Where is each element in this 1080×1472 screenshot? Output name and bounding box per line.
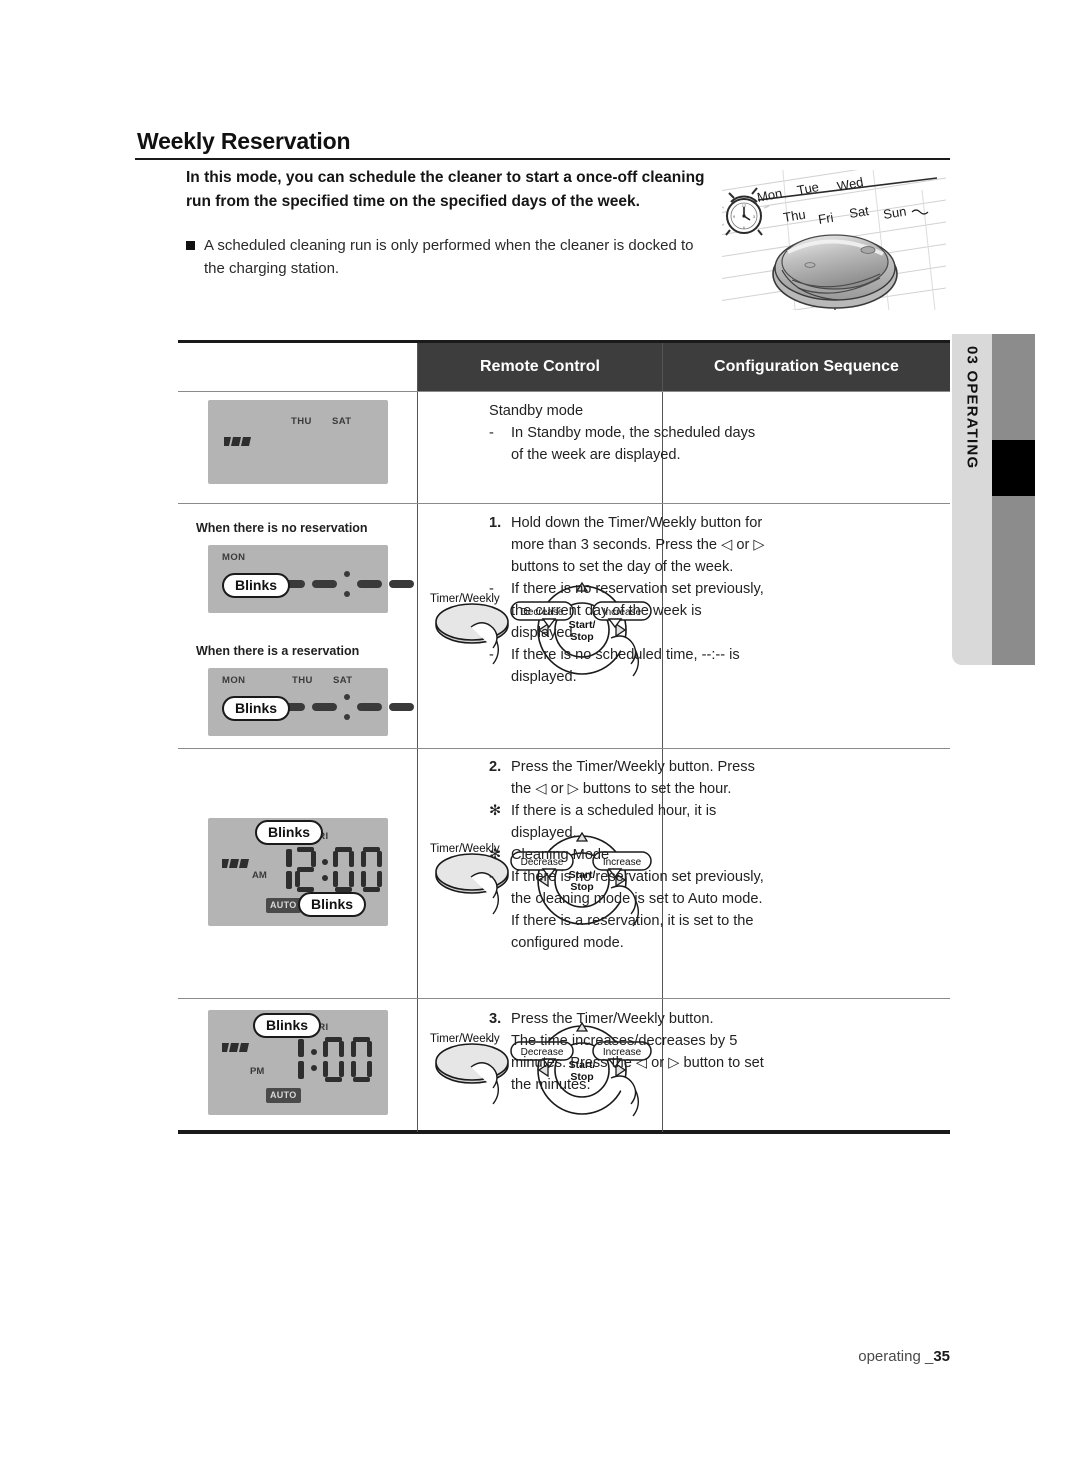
hero-illustration: 12 3 69 Mon Tue Wed Thu Fri Sat Sun [722, 170, 946, 310]
lcd-day-sat: SAT [333, 675, 353, 686]
lcd-time-digits-100 [298, 1037, 372, 1082]
robot-vacuum-icon [772, 234, 898, 310]
lcd-ampm-pm: PM [250, 1066, 265, 1077]
side-tab-dark-band [992, 334, 1035, 665]
lcd-dash-segment [389, 703, 414, 711]
lcd-dash-segment [389, 580, 414, 588]
footer-label: operating _ [858, 1348, 934, 1365]
sequence-body: Press the Timer/Weekly button. [511, 1011, 714, 1027]
sequence-marker: - [489, 581, 494, 597]
sequence-marker: - [489, 1033, 494, 1049]
side-tab-text: 03 OPERATING [963, 346, 981, 470]
sequence-standby: Standby mode - In Standby mode, the sche… [489, 400, 767, 466]
table-bottom-border [178, 1130, 950, 1134]
sequence-marker: ✻ [489, 847, 502, 863]
intro-bullet: A scheduled cleaning run is only perform… [186, 234, 706, 280]
sequence-body: If there is no reservation set previousl… [511, 581, 764, 641]
title-divider [135, 158, 950, 160]
sequence-item: ✻ Cleaning Mode [489, 844, 767, 866]
sequence-body: If there is a scheduled hour, it is disp… [511, 803, 717, 841]
square-bullet-icon [186, 241, 195, 250]
intro-paragraph: In this mode, you can schedule the clean… [186, 169, 705, 210]
caption-has-reservation: When there is a reservation [196, 644, 360, 658]
svg-text:Sat: Sat [848, 203, 870, 221]
lcd-time-digits-1200 [286, 847, 382, 892]
sequence-item: - If there is no reservation set previou… [489, 578, 767, 644]
svg-text:Fri: Fri [817, 210, 834, 227]
sequence-marker: ✻ [489, 803, 502, 819]
sequence-lead-standby: Standby mode [489, 403, 584, 419]
table-row-divider-1 [178, 503, 950, 504]
caption-no-reservation: When there is no reservation [196, 521, 368, 535]
lcd-time-placeholder-1 [280, 571, 414, 597]
intro-bullet-text: A scheduled cleaning run is only perform… [204, 237, 694, 277]
lcd-dash-segment [357, 703, 382, 711]
sequence-marker: - [489, 647, 494, 663]
side-tab-label: 03 OPERATING [952, 334, 992, 665]
sequence-body: The time increases/decreases by 5 minute… [511, 1033, 764, 1093]
lcd-display-standby: THU SAT [208, 400, 388, 484]
sequence-item: 2. Press the Timer/Weekly button. Press … [489, 756, 767, 800]
sequence-item: - In Standby mode, the scheduled days of… [489, 422, 767, 466]
sequence-body: If there is no reservation set previousl… [511, 869, 764, 951]
callout-blinks-no-reservation: Blinks [222, 573, 291, 598]
callout-blinks-hour: Blinks [255, 820, 324, 845]
sequence-item: - If there is no reservation set previou… [489, 866, 767, 954]
lcd-dash-segment [312, 703, 337, 711]
lcd-auto-badge: AUTO [266, 1088, 301, 1103]
sequence-item: 1. Hold down the Timer/Weekly button for… [489, 512, 767, 578]
sequence-body: Press the Timer/Weekly button. Press the… [511, 759, 755, 797]
lcd-day-sat: SAT [332, 416, 352, 427]
callout-blinks-has-reservation: Blinks [222, 696, 291, 721]
lcd-dash-segment [312, 580, 337, 588]
lcd-time-placeholder-2 [280, 694, 414, 720]
sequence-marker: 3. [489, 1011, 502, 1027]
sequence-item: 3. Press the Timer/Weekly button. [489, 1008, 767, 1030]
lcd-day-mon: MON [222, 552, 246, 563]
sequence-body: If there is no scheduled time, --:-- is … [511, 647, 740, 685]
table-row-divider-2 [178, 748, 950, 749]
table-header-remote-control: Remote Control [480, 358, 600, 375]
sequence-item: - If there is no scheduled time, --:-- i… [489, 644, 767, 688]
battery-icon [222, 1043, 249, 1052]
battery-icon [222, 859, 249, 868]
sequence-item: - The time increases/decreases by 5 minu… [489, 1030, 767, 1096]
callout-blinks-minutes: Blinks [253, 1013, 322, 1038]
lcd-day-thu: THU [291, 416, 312, 427]
side-tab-chapter-marker [992, 440, 1035, 496]
lcd-ampm-am: AM [252, 870, 267, 881]
sequence-body: Cleaning Mode [511, 847, 610, 863]
sequence-marker: 2. [489, 759, 502, 775]
svg-text:12: 12 [742, 203, 747, 208]
lcd-auto-badge: AUTO [266, 898, 301, 913]
table-header-configuration-sequence: Configuration Sequence [714, 358, 899, 375]
lcd-colon-icon [344, 571, 350, 597]
sequence-step-2: 2. Press the Timer/Weekly button. Press … [489, 756, 767, 954]
sequence-item: ✻ If there is a scheduled hour, it is di… [489, 800, 767, 844]
battery-icon [224, 437, 251, 446]
footer-page-number: 35 [933, 1348, 950, 1365]
sequence-step-3: 3. Press the Timer/Weekly button. - The … [489, 1008, 767, 1096]
lcd-dash-segment [357, 580, 382, 588]
table-row-divider-header [178, 391, 950, 392]
lcd-day-mon: MON [222, 675, 246, 686]
sequence-step-1: 1. Hold down the Timer/Weekly button for… [489, 512, 767, 688]
page-title: Weekly Reservation [137, 128, 351, 154]
lcd-day-thu: THU [292, 675, 313, 686]
sequence-marker: 1. [489, 515, 502, 531]
lcd-colon-icon [344, 694, 350, 720]
sequence-marker: - [489, 425, 494, 441]
sequence-marker: - [489, 869, 494, 885]
sequence-body: Hold down the Timer/Weekly button for mo… [511, 515, 765, 575]
table-row-divider-3 [178, 998, 950, 999]
page-footer: operating _35 [0, 1348, 950, 1365]
sequence-body: In Standby mode, the scheduled days of t… [511, 425, 756, 463]
callout-blinks-mode: Blinks [298, 892, 367, 917]
table-column-divider-1 [417, 343, 418, 1132]
